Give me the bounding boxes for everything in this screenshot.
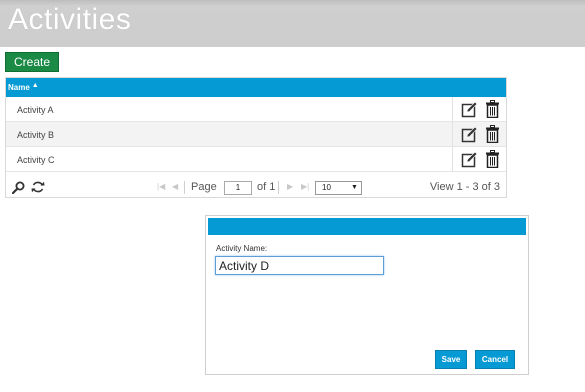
trash-icon[interactable] <box>486 100 499 118</box>
pager-divider <box>278 181 279 194</box>
pager: |◀ ◀ Page 1 of 1 ▶ ▶| 10 ▼ View 1 - 3 of… <box>6 179 506 197</box>
prev-page-icon[interactable]: ◀ <box>172 182 178 191</box>
row-name: Activity B <box>17 130 55 140</box>
first-page-icon[interactable]: |◀ <box>157 182 165 191</box>
row-name: Activity C <box>17 155 55 165</box>
activity-name-input[interactable] <box>215 256 384 275</box>
next-page-icon[interactable]: ▶ <box>287 182 293 191</box>
table-row[interactable]: Activity C <box>6 147 506 172</box>
search-icon[interactable] <box>12 181 25 194</box>
activity-name-label: Activity Name: <box>216 244 268 253</box>
rows-per-page-select[interactable]: 10 ▼ <box>315 181 362 195</box>
edit-icon[interactable] <box>461 101 478 118</box>
page-label: Page <box>191 181 217 193</box>
grid-header: Name ▲ <box>6 78 506 97</box>
trash-icon[interactable] <box>486 125 499 143</box>
refresh-icon[interactable] <box>31 180 45 194</box>
cancel-button[interactable]: Cancel <box>475 350 515 369</box>
table-row[interactable]: Activity A <box>6 97 506 122</box>
edit-icon[interactable] <box>461 151 478 168</box>
add-activity-dialog: Activity Name: Save Cancel <box>205 215 529 375</box>
sort-ascending-icon[interactable]: ▲ <box>32 76 39 95</box>
row-actions <box>452 97 506 121</box>
column-header-name[interactable]: Name <box>8 83 30 92</box>
page-count-label: of 1 <box>257 181 276 193</box>
row-name: Activity A <box>17 105 54 115</box>
activities-grid: Name ▲ Activity A Activity B Activity C … <box>5 77 507 198</box>
record-count-label: View 1 - 3 of 3 <box>429 181 500 193</box>
trash-icon[interactable] <box>486 150 499 168</box>
dialog-titlebar[interactable] <box>208 218 526 235</box>
chevron-down-icon: ▼ <box>351 184 358 191</box>
page-number-input[interactable]: 1 <box>224 181 252 195</box>
edit-icon[interactable] <box>461 126 478 143</box>
row-actions <box>452 122 506 146</box>
pager-divider <box>184 181 185 194</box>
row-actions <box>452 147 506 171</box>
page-title: Activities <box>8 3 132 36</box>
table-row[interactable]: Activity B <box>6 122 506 147</box>
rows-per-page-value: 10 <box>322 183 331 192</box>
last-page-icon[interactable]: ▶| <box>301 182 309 191</box>
save-button[interactable]: Save <box>435 350 467 369</box>
create-button[interactable]: Create <box>5 52 59 72</box>
page-header: Activities <box>0 0 585 47</box>
